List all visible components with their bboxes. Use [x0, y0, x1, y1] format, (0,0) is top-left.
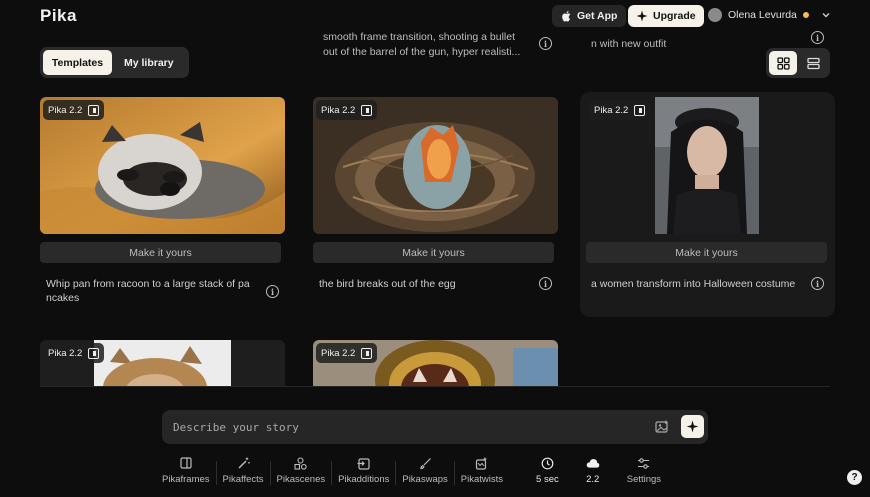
- partial-description: smooth frame transition, shooting a bull…: [323, 30, 520, 60]
- make-it-yours-button[interactable]: Make it yours: [586, 242, 827, 263]
- rows-icon: [806, 57, 820, 69]
- frames-icon: [179, 456, 193, 470]
- grid-icon: [776, 56, 790, 70]
- brush-icon: [418, 456, 432, 470]
- model-badge: Pika 2.2: [316, 100, 378, 120]
- view-toggle: [766, 48, 830, 78]
- card-description: the bird breaks out of the egg: [319, 277, 529, 291]
- tool-pikatwists[interactable]: Pikatwists: [455, 453, 509, 489]
- user-menu[interactable]: Olena Levurda: [708, 8, 831, 22]
- shapes-icon: [294, 456, 308, 470]
- tool-label: Pikascenes: [276, 474, 326, 485]
- model-badge-label: Pika 2.2: [48, 104, 83, 116]
- generate-button[interactable]: [681, 415, 704, 438]
- apple-icon: [562, 11, 571, 22]
- video-frame-icon: [88, 104, 100, 116]
- list-view-button[interactable]: [799, 51, 827, 75]
- video-frame-icon: [88, 347, 100, 359]
- upgrade-label: Upgrade: [653, 10, 696, 22]
- tool-label: 2.2: [586, 474, 600, 485]
- tool-pikascenes[interactable]: Pikascenes: [271, 453, 332, 489]
- template-card[interactable]: Pika 2.2: [313, 340, 558, 386]
- info-icon[interactable]: i: [266, 285, 279, 298]
- model-badge-label: Pika 2.2: [321, 347, 356, 359]
- divider: [40, 386, 830, 387]
- status-dot: [802, 12, 809, 18]
- tool-label: 5 sec: [536, 474, 559, 485]
- video-frame-icon: [361, 104, 373, 116]
- grid-view-button[interactable]: [769, 51, 797, 75]
- info-icon[interactable]: i: [539, 277, 552, 290]
- magic-wand-icon: [236, 456, 250, 470]
- model-badge: Pika 2.2: [43, 343, 105, 363]
- card-description-line: ncakes: [46, 292, 80, 304]
- tab-templates[interactable]: Templates: [43, 50, 112, 75]
- tool-label: Pikaswaps: [402, 474, 448, 485]
- top-bar: Pika Get App Upgrade Olena Levurda: [0, 0, 870, 32]
- avatar: [708, 8, 722, 22]
- sparkle-icon: [686, 420, 699, 433]
- card-description-line: Whip pan from racoon to a large stack of…: [46, 278, 250, 290]
- add-in-frame-icon: [357, 456, 371, 470]
- card-description-line: a women transform into Halloween costume: [591, 278, 796, 290]
- template-card[interactable]: Pika 2.2 Make it yours the bird breaks o…: [313, 97, 558, 307]
- make-it-yours-button[interactable]: Make it yours: [313, 242, 554, 263]
- tool-pikadditions[interactable]: Pikadditions: [332, 453, 395, 489]
- template-card[interactable]: Pika 2.2 Make it yours Whip pan from rac…: [40, 97, 285, 307]
- model-badge-label: Pika 2.2: [321, 104, 356, 116]
- info-icon[interactable]: i: [811, 277, 824, 290]
- model-badge-label: Pika 2.2: [48, 347, 83, 359]
- card-description: Whip pan from racoon to a large stack of…: [46, 277, 256, 305]
- story-input[interactable]: [173, 419, 633, 436]
- partial-desc-line: smooth frame transition, shooting a bull…: [323, 31, 516, 43]
- user-name: Olena Levurda: [728, 9, 797, 21]
- get-app-label: Get App: [577, 10, 618, 22]
- model-selector[interactable]: 2.2: [580, 453, 606, 489]
- model-badge: Pika 2.2: [316, 343, 378, 363]
- tool-pikaframes[interactable]: Pikaframes: [156, 453, 216, 489]
- cloud-icon: [586, 456, 600, 470]
- info-icon[interactable]: i: [539, 37, 552, 50]
- get-app-button[interactable]: Get App: [552, 5, 627, 27]
- help-button[interactable]: ?: [847, 470, 862, 485]
- tool-label: Pikaffects: [222, 474, 264, 485]
- chevron-down-icon: [822, 13, 830, 18]
- template-card[interactable]: Pika 2.2: [40, 340, 285, 386]
- info-icon[interactable]: i: [811, 31, 824, 44]
- model-badge: Pika 2.2: [589, 100, 651, 120]
- card-description: a women transform into Halloween costume: [591, 277, 811, 291]
- partial-desc-line: n with new outfit: [591, 38, 667, 50]
- card-description-line: the bird breaks out of the egg: [319, 278, 456, 290]
- woman-image: [655, 97, 759, 234]
- partial-description: n with new outfit: [591, 37, 666, 52]
- thumbnail-woman[interactable]: [655, 97, 759, 234]
- logo[interactable]: Pika: [40, 6, 77, 26]
- make-it-yours-button[interactable]: Make it yours: [40, 242, 281, 263]
- partial-desc-line: out of the barrel of the gun, hyper real…: [323, 46, 521, 58]
- tool-pikaswaps[interactable]: Pikaswaps: [396, 453, 453, 489]
- upgrade-button[interactable]: Upgrade: [628, 5, 704, 27]
- prompt-box: [162, 410, 708, 444]
- settings-button[interactable]: Settings: [621, 453, 667, 489]
- model-badge: Pika 2.2: [43, 100, 105, 120]
- image-upload-icon[interactable]: [655, 420, 669, 434]
- sliders-icon: [637, 456, 651, 470]
- library-tabs: Templates My library: [40, 47, 189, 78]
- tool-pikaffects[interactable]: Pikaffects: [217, 453, 270, 489]
- twist-icon: [475, 456, 489, 470]
- sparkle-icon: [636, 10, 648, 22]
- clock-icon: [540, 456, 554, 470]
- tool-label: Pikatwists: [460, 474, 504, 485]
- tool-label: Pikaframes: [162, 474, 210, 485]
- bottom-toolbar: Pikaframes Pikaffects Pikascenes Pikaddi…: [156, 453, 716, 489]
- tool-label: Pikadditions: [338, 474, 390, 485]
- video-frame-icon: [361, 347, 373, 359]
- video-frame-icon: [634, 104, 646, 116]
- tab-my-library[interactable]: My library: [114, 50, 184, 75]
- duration-selector[interactable]: 5 sec: [530, 453, 565, 489]
- model-badge-label: Pika 2.2: [594, 104, 629, 116]
- tool-label: Settings: [626, 474, 662, 485]
- template-card[interactable]: Pika 2.2 Make it yours a women transform…: [580, 92, 835, 317]
